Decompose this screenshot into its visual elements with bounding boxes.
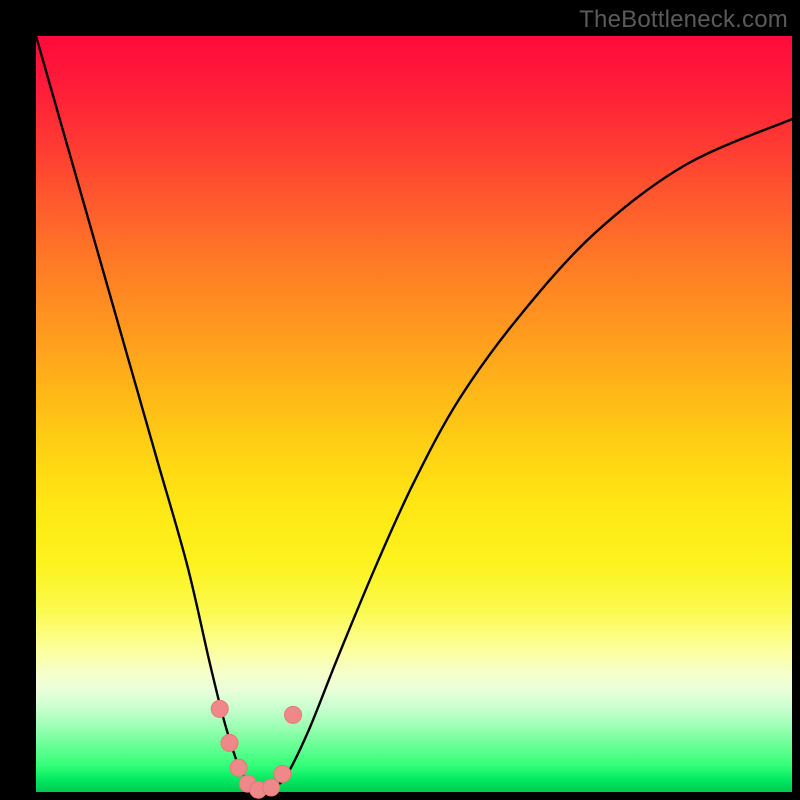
- valley-marker: [285, 706, 302, 723]
- valley-marker: [211, 700, 228, 717]
- watermark-text: TheBottleneck.com: [579, 6, 788, 34]
- bottleneck-curve-svg: [36, 36, 792, 792]
- chart-frame: TheBottleneck.com: [0, 0, 800, 800]
- axis-bottom-gutter: [0, 792, 800, 800]
- bottleneck-curve: [36, 36, 792, 792]
- valley-markers: [211, 700, 301, 798]
- valley-marker: [263, 779, 280, 796]
- valley-marker: [274, 765, 291, 782]
- valley-marker: [230, 759, 247, 776]
- axis-left-gutter: [0, 0, 36, 800]
- valley-marker: [221, 734, 238, 751]
- plot-area: [36, 36, 792, 792]
